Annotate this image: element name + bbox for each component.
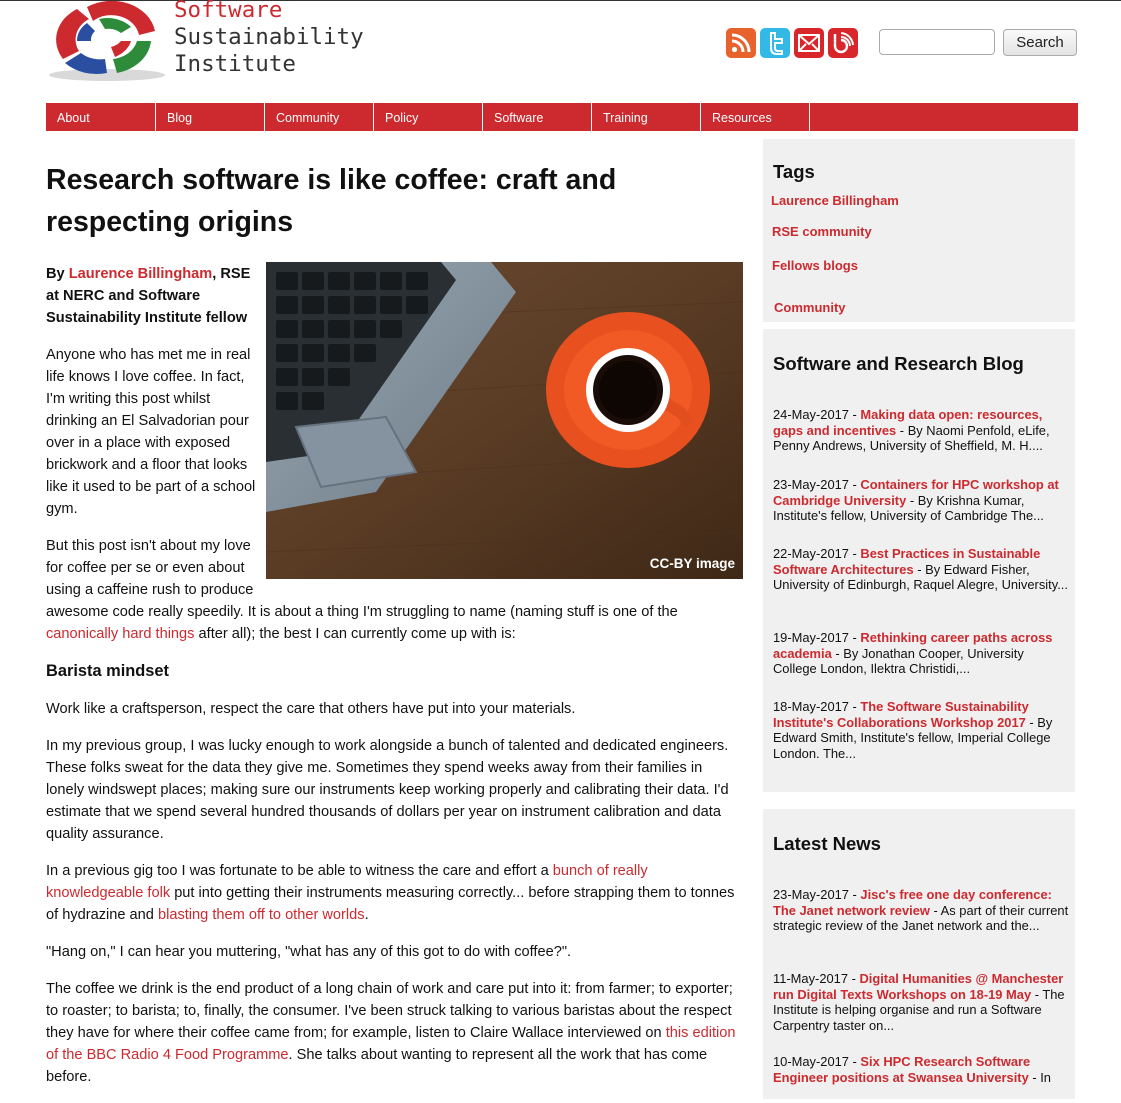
author-link[interactable]: Laurence Billingham	[69, 266, 213, 282]
blog-entry: 19-May-2017 - Rethinking career paths ac…	[773, 630, 1071, 677]
nav-item-blog[interactable]: Blog	[156, 103, 265, 131]
entry-date: 24-May-2017 -	[773, 407, 861, 422]
paragraph-5: In a previous gig too I was fortunate to…	[46, 860, 743, 926]
entry-separator: -	[929, 902, 941, 918]
site-logo[interactable]: Software Sustainability Institute	[47, 0, 367, 85]
coffee-laptop-image	[266, 262, 743, 579]
rss-icon[interactable]	[726, 28, 756, 58]
tags-box: Tags Laurence Billingham RSE community F…	[763, 139, 1075, 322]
news-entry: 23-May-2017 - Jisc's free one day confer…	[773, 887, 1071, 934]
article: Research software is like coffee: craft …	[46, 159, 743, 1103]
nav-item-community[interactable]: Community	[265, 103, 374, 131]
blog-title: Software and Research Blog	[773, 353, 1024, 374]
twitter-icon[interactable]	[760, 28, 790, 58]
search-input[interactable]	[879, 29, 995, 55]
search-button[interactable]: Search	[1003, 29, 1077, 56]
tags-title: Tags	[773, 161, 815, 182]
entry-separator: -	[913, 561, 926, 577]
nav-item-policy[interactable]: Policy	[374, 103, 483, 131]
news-entry: 11-May-2017 - Digital Humanities @ Manch…	[773, 971, 1071, 1033]
main-nav: About Blog Community Policy Software Tra…	[46, 103, 1078, 131]
entry-separator: -	[1028, 1069, 1041, 1085]
logo-line-2: Sustainability	[174, 24, 364, 50]
paragraph-7: The coffee we drink is the end product o…	[46, 978, 743, 1088]
blog-entry: 18-May-2017 - The Software Sustainabilit…	[773, 699, 1071, 761]
paragraph-5-text-c: .	[364, 907, 369, 923]
blog-icon[interactable]	[828, 28, 858, 58]
entry-separator: -	[831, 645, 844, 661]
paragraph-2-text-b: after all); the best I can currently com…	[194, 626, 516, 642]
logo-line-1: Software	[174, 0, 283, 23]
entry-date: 18-May-2017 -	[773, 699, 861, 714]
news-box: Latest News 23-May-2017 - Jisc's free on…	[763, 809, 1075, 1099]
tag-community[interactable]: Community	[774, 300, 846, 315]
paragraph-6: "Hang on," I can hear you muttering, "wh…	[46, 944, 572, 960]
entry-date: 11-May-2017 -	[773, 971, 860, 986]
section-heading: Barista mindset	[46, 662, 169, 680]
image-caption: CC-BY image	[649, 556, 735, 571]
entry-summary: In	[1040, 1069, 1051, 1085]
entry-date: 19-May-2017 -	[773, 630, 861, 645]
canonically-hard-things-link[interactable]: canonically hard things	[46, 626, 194, 642]
social-links	[726, 28, 858, 58]
entry-separator: -	[1031, 986, 1043, 1002]
tag-rse-community[interactable]: RSE community	[772, 224, 872, 239]
byline-prefix: By	[46, 266, 69, 282]
blog-entry: 23-May-2017 - Containers for HPC worksho…	[773, 477, 1071, 524]
entry-date: 22-May-2017 -	[773, 546, 861, 561]
entry-separator: -	[896, 422, 908, 438]
entry-date: 10-May-2017 -	[773, 1054, 861, 1069]
paragraph-3: Work like a craftsperson, respect the ca…	[46, 701, 576, 717]
email-icon[interactable]	[794, 28, 824, 58]
blog-entry: 24-May-2017 - Making data open: resource…	[773, 407, 1071, 454]
logo-line-3: Institute	[174, 51, 296, 77]
news-entry: 10-May-2017 - Six HPC Research Software …	[773, 1054, 1071, 1085]
blog-entry: 22-May-2017 - Best Practices in Sustaina…	[773, 546, 1071, 593]
tag-laurence-billingham[interactable]: Laurence Billingham	[771, 193, 899, 208]
entry-separator: -	[906, 492, 918, 508]
nav-item-training[interactable]: Training	[592, 103, 701, 131]
nav-item-about[interactable]: About	[46, 103, 156, 131]
logo-wordmark: Software Sustainability Institute	[174, 0, 364, 78]
paragraph-7-text-a: The coffee we drink is the end product o…	[46, 981, 733, 1041]
news-title: Latest News	[773, 833, 881, 854]
logo-mark-icon	[49, 1, 165, 81]
nav-item-resources[interactable]: Resources	[701, 103, 810, 131]
nav-item-software[interactable]: Software	[483, 103, 592, 131]
entry-date: 23-May-2017 -	[773, 477, 861, 492]
other-worlds-link[interactable]: blasting them off to other worlds	[158, 907, 365, 923]
paragraph-4: In my previous group, I was lucky enough…	[46, 738, 729, 842]
article-hero-image: CC-BY image	[266, 262, 743, 579]
entry-separator: -	[1025, 714, 1038, 730]
blog-box: Software and Research Blog 24-May-2017 -…	[763, 329, 1075, 792]
paragraph-5-text-a: In a previous gig too I was fortunate to…	[46, 863, 553, 879]
entry-date: 23-May-2017 -	[773, 887, 861, 902]
tag-fellows-blogs[interactable]: Fellows blogs	[772, 258, 858, 273]
article-title: Research software is like coffee: craft …	[46, 164, 617, 238]
